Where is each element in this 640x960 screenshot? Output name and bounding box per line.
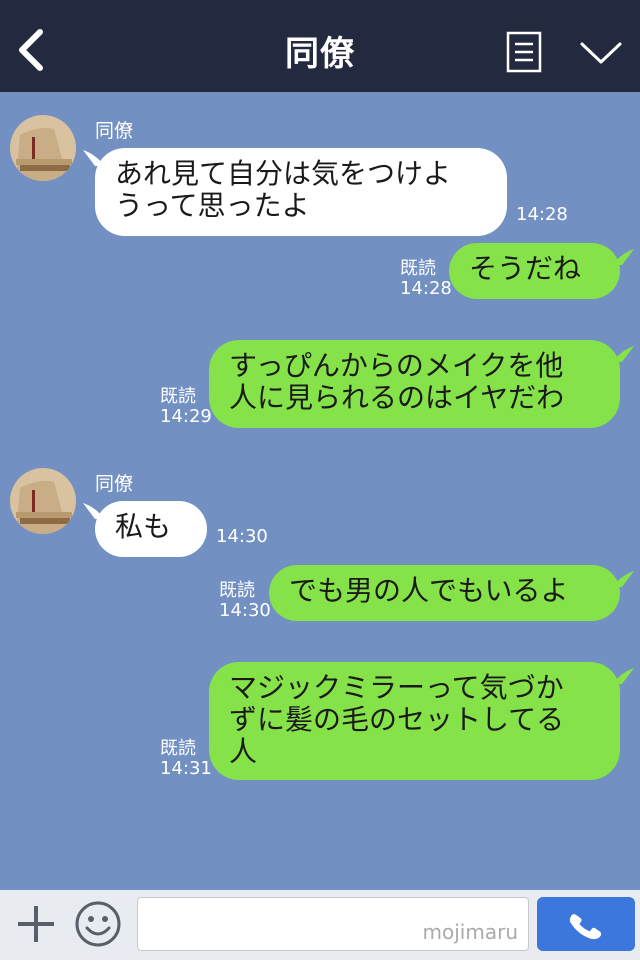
timestamp: 14:30 — [216, 526, 268, 547]
message-text: 人に見られるのはイヤだわ — [229, 381, 565, 414]
message-text: マジックミラーって気づか — [229, 671, 564, 704]
timestamp: 14:28 — [516, 204, 568, 225]
emoji-button[interactable] — [74, 900, 122, 948]
message-time: 14:30 — [216, 527, 268, 547]
timestamp: 14:30 — [219, 600, 271, 621]
avatar[interactable] — [10, 468, 76, 534]
input-placeholder: mojimaru — [422, 920, 518, 944]
avatar-photo-icon — [10, 468, 76, 534]
message-meta: 既読 14:30 — [219, 581, 271, 621]
sender-name: 同僚 — [95, 473, 134, 495]
avatar-photo-icon — [10, 115, 76, 181]
phone-icon — [569, 914, 602, 940]
bubble-tail — [612, 346, 634, 362]
avatar[interactable] — [10, 115, 76, 181]
add-button[interactable] — [14, 902, 58, 946]
message-text: すっぴんからのメイクを他 — [229, 349, 564, 382]
timestamp: 14:28 — [400, 278, 452, 299]
message-bubble[interactable]: そうだね — [449, 243, 620, 299]
message-bubble[interactable]: でも男の人でもいるよ — [269, 565, 620, 621]
call-button[interactable] — [537, 897, 635, 951]
message-text: 人 — [229, 735, 258, 768]
message-meta: 既読 14:31 — [160, 739, 212, 779]
chat-title: 同僚 — [285, 34, 355, 74]
message-text: 私も — [115, 510, 172, 543]
chat-header: 同僚 — [0, 0, 640, 92]
read-receipt: 既読 — [400, 258, 436, 279]
message-text: ずに髪の毛のセットしてる — [229, 703, 565, 736]
read-receipt: 既読 — [219, 580, 255, 601]
message-meta: 既読 14:28 — [400, 259, 452, 299]
plus-icon — [18, 906, 54, 942]
message-bubble[interactable]: マジックミラーって気づか ずに髪の毛のセットしてる 人 — [209, 662, 620, 780]
read-receipt: 既読 — [160, 386, 196, 407]
bubble-tail — [612, 249, 634, 265]
chevron-down-icon — [580, 42, 622, 64]
message-bubble[interactable]: すっぴんからのメイクを他 人に見られるのはイヤだわ — [209, 340, 620, 428]
menu-button[interactable] — [506, 31, 542, 73]
chat-area[interactable]: 同僚 あれ見て自分は気をつけよ うって思ったよ 14:28 既読 14:28 そ… — [0, 92, 640, 890]
message-bubble[interactable]: 私も — [95, 501, 207, 557]
smiley-icon — [75, 901, 121, 947]
message-text: うって思ったよ — [115, 189, 310, 222]
message-text: そうだね — [469, 252, 582, 285]
bubble-tail — [612, 571, 634, 587]
message-text: あれ見て自分は気をつけよ — [115, 157, 452, 190]
message-text: でも男の人でもいるよ — [289, 574, 569, 607]
message-meta: 既読 14:29 — [160, 387, 212, 427]
timestamp: 14:29 — [160, 406, 212, 427]
read-receipt: 既読 — [160, 738, 196, 759]
collapse-button[interactable] — [578, 38, 624, 68]
message-time: 14:28 — [516, 205, 568, 225]
message-bubble[interactable]: あれ見て自分は気をつけよ うって思ったよ — [95, 148, 507, 236]
timestamp: 14:31 — [160, 758, 212, 779]
message-input[interactable]: mojimaru — [137, 897, 529, 951]
sender-name: 同僚 — [95, 120, 134, 142]
menu-icon — [506, 31, 542, 73]
bubble-tail — [612, 668, 634, 684]
